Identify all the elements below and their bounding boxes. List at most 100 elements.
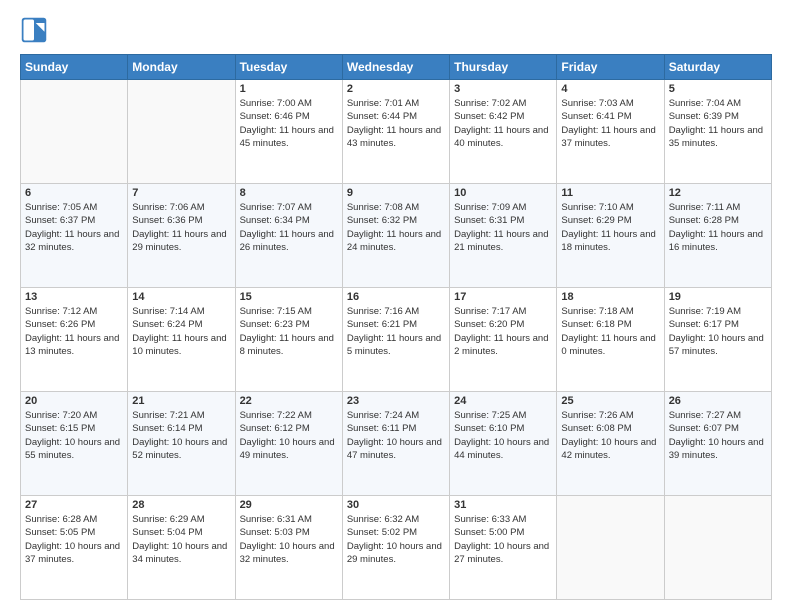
cell-content: Sunrise: 7:24 AM Sunset: 6:11 PM Dayligh… (347, 409, 445, 462)
calendar-cell: 13 Sunrise: 7:12 AM Sunset: 6:26 PM Dayli… (21, 288, 128, 392)
calendar-week-row: 27 Sunrise: 6:28 AM Sunset: 5:05 PM Dayli… (21, 496, 772, 600)
cell-content: Sunrise: 6:28 AM Sunset: 5:05 PM Dayligh… (25, 513, 123, 566)
cell-content: Sunrise: 7:06 AM Sunset: 6:36 PM Dayligh… (132, 201, 230, 254)
calendar-cell: 19 Sunrise: 7:19 AM Sunset: 6:17 PM Dayli… (664, 288, 771, 392)
cell-content: Sunrise: 7:25 AM Sunset: 6:10 PM Dayligh… (454, 409, 552, 462)
calendar-cell: 15Sunrise: 7:15 AM Sunset: 6:23 PM Dayli… (235, 288, 342, 392)
day-number: 9 (347, 187, 445, 199)
calendar-cell: 4 Sunrise: 7:03 AM Sunset: 6:41 PM Daylig… (557, 80, 664, 184)
calendar-cell: 14 Sunrise: 7:14 AM Sunset: 6:24 PM Dayli… (128, 288, 235, 392)
cell-content: Sunrise: 7:16 AM Sunset: 6:21 PM Dayligh… (347, 305, 445, 358)
header (20, 16, 772, 44)
day-number: 18 (561, 291, 659, 303)
calendar-cell: 9 Sunrise: 7:08 AM Sunset: 6:32 PM Daylig… (342, 184, 449, 288)
day-number: 27 (25, 499, 123, 511)
calendar-cell (128, 80, 235, 184)
calendar-week-row: 6 Sunrise: 7:05 AM Sunset: 6:37 PM Daylig… (21, 184, 772, 288)
cell-content: Sunrise: 7:03 AM Sunset: 6:41 PM Dayligh… (561, 97, 659, 150)
calendar-header-wednesday: Wednesday (342, 55, 449, 80)
calendar-cell: 5Sunrise: 7:04 AM Sunset: 6:39 PM Daylig… (664, 80, 771, 184)
day-number: 12 (669, 187, 767, 199)
logo (20, 16, 52, 44)
calendar-header-sunday: Sunday (21, 55, 128, 80)
calendar-cell: 12 Sunrise: 7:11 AM Sunset: 6:28 PM Dayli… (664, 184, 771, 288)
cell-content: Sunrise: 6:29 AM Sunset: 5:04 PM Dayligh… (132, 513, 230, 566)
cell-content: Sunrise: 7:20 AM Sunset: 6:15 PM Dayligh… (25, 409, 123, 462)
calendar-cell: 27 Sunrise: 6:28 AM Sunset: 5:05 PM Dayli… (21, 496, 128, 600)
day-number: 2 (347, 83, 445, 95)
day-number: 17 (454, 291, 552, 303)
day-number: 14 (132, 291, 230, 303)
calendar-cell (557, 496, 664, 600)
day-number: 4 (561, 83, 659, 95)
cell-content: Sunrise: 7:04 AM Sunset: 6:39 PM Dayligh… (669, 97, 767, 150)
calendar-cell: 30 Sunrise: 6:32 AM Sunset: 5:02 PM Dayli… (342, 496, 449, 600)
calendar-cell: 29 Sunrise: 6:31 AM Sunset: 5:03 PM Dayli… (235, 496, 342, 600)
day-number: 1 (240, 83, 338, 95)
day-number: 31 (454, 499, 552, 511)
calendar-header-saturday: Saturday (664, 55, 771, 80)
cell-content: Sunrise: 6:32 AM Sunset: 5:02 PM Dayligh… (347, 513, 445, 566)
day-number: 3 (454, 83, 552, 95)
cell-content: Sunrise: 7:11 AM Sunset: 6:28 PM Dayligh… (669, 201, 767, 254)
cell-content: Sunrise: 6:33 AM Sunset: 5:00 PM Dayligh… (454, 513, 552, 566)
day-number: 8 (240, 187, 338, 199)
cell-content: Sunrise: 7:05 AM Sunset: 6:37 PM Dayligh… (25, 201, 123, 254)
calendar-cell: 2 Sunrise: 7:01 AM Sunset: 6:44 PM Daylig… (342, 80, 449, 184)
day-number: 11 (561, 187, 659, 199)
cell-content: Sunrise: 7:14 AM Sunset: 6:24 PM Dayligh… (132, 305, 230, 358)
calendar-cell: 31 Sunrise: 6:33 AM Sunset: 5:00 PM Dayli… (450, 496, 557, 600)
cell-content: Sunrise: 6:31 AM Sunset: 5:03 PM Dayligh… (240, 513, 338, 566)
calendar-header-friday: Friday (557, 55, 664, 80)
day-number: 28 (132, 499, 230, 511)
calendar-header-thursday: Thursday (450, 55, 557, 80)
calendar-cell: 6 Sunrise: 7:05 AM Sunset: 6:37 PM Daylig… (21, 184, 128, 288)
day-number: 26 (669, 395, 767, 407)
cell-content: Sunrise: 7:02 AM Sunset: 6:42 PM Dayligh… (454, 97, 552, 150)
day-number: 20 (25, 395, 123, 407)
cell-content: Sunrise: 7:27 AM Sunset: 6:07 PM Dayligh… (669, 409, 767, 462)
day-number: 10 (454, 187, 552, 199)
day-number: 25 (561, 395, 659, 407)
calendar-cell: 25 Sunrise: 7:26 AM Sunset: 6:08 PM Dayli… (557, 392, 664, 496)
day-number: 15 (240, 291, 338, 303)
calendar-cell: 26 Sunrise: 7:27 AM Sunset: 6:07 PM Dayli… (664, 392, 771, 496)
cell-content: Sunrise: 7:12 AM Sunset: 6:26 PM Dayligh… (25, 305, 123, 358)
day-number: 21 (132, 395, 230, 407)
day-number: 22 (240, 395, 338, 407)
day-number: 7 (132, 187, 230, 199)
calendar-cell: 23Sunrise: 7:24 AM Sunset: 6:11 PM Dayli… (342, 392, 449, 496)
day-number: 29 (240, 499, 338, 511)
day-number: 13 (25, 291, 123, 303)
calendar-cell (21, 80, 128, 184)
calendar-cell: 24 Sunrise: 7:25 AM Sunset: 6:10 PM Dayli… (450, 392, 557, 496)
day-number: 24 (454, 395, 552, 407)
day-number: 6 (25, 187, 123, 199)
calendar-table: SundayMondayTuesdayWednesdayThursdayFrid… (20, 54, 772, 600)
calendar-cell: 17 Sunrise: 7:17 AM Sunset: 6:20 PM Dayli… (450, 288, 557, 392)
cell-content: Sunrise: 7:17 AM Sunset: 6:20 PM Dayligh… (454, 305, 552, 358)
calendar-cell: 28 Sunrise: 6:29 AM Sunset: 5:04 PM Dayli… (128, 496, 235, 600)
cell-content: Sunrise: 7:21 AM Sunset: 6:14 PM Dayligh… (132, 409, 230, 462)
calendar-cell: 8Sunrise: 7:07 AM Sunset: 6:34 PM Daylig… (235, 184, 342, 288)
cell-content: Sunrise: 7:19 AM Sunset: 6:17 PM Dayligh… (669, 305, 767, 358)
calendar-week-row: 20 Sunrise: 7:20 AM Sunset: 6:15 PM Dayli… (21, 392, 772, 496)
day-number: 30 (347, 499, 445, 511)
calendar-cell: 22Sunrise: 7:22 AM Sunset: 6:12 PM Dayli… (235, 392, 342, 496)
calendar-week-row: 13 Sunrise: 7:12 AM Sunset: 6:26 PM Dayli… (21, 288, 772, 392)
cell-content: Sunrise: 7:18 AM Sunset: 6:18 PM Dayligh… (561, 305, 659, 358)
cell-content: Sunrise: 7:01 AM Sunset: 6:44 PM Dayligh… (347, 97, 445, 150)
calendar-cell: 18 Sunrise: 7:18 AM Sunset: 6:18 PM Dayli… (557, 288, 664, 392)
page: SundayMondayTuesdayWednesdayThursdayFrid… (0, 0, 792, 612)
calendar-cell (664, 496, 771, 600)
calendar-cell: 7 Sunrise: 7:06 AM Sunset: 6:36 PM Daylig… (128, 184, 235, 288)
cell-content: Sunrise: 7:08 AM Sunset: 6:32 PM Dayligh… (347, 201, 445, 254)
cell-content: Sunrise: 7:26 AM Sunset: 6:08 PM Dayligh… (561, 409, 659, 462)
cell-content: Sunrise: 7:00 AM Sunset: 6:46 PM Dayligh… (240, 97, 338, 150)
day-number: 19 (669, 291, 767, 303)
calendar-cell: 10Sunrise: 7:09 AM Sunset: 6:31 PM Dayli… (450, 184, 557, 288)
logo-icon (20, 16, 48, 44)
calendar-cell: 20 Sunrise: 7:20 AM Sunset: 6:15 PM Dayli… (21, 392, 128, 496)
calendar-cell: 3 Sunrise: 7:02 AM Sunset: 6:42 PM Daylig… (450, 80, 557, 184)
calendar-header-monday: Monday (128, 55, 235, 80)
